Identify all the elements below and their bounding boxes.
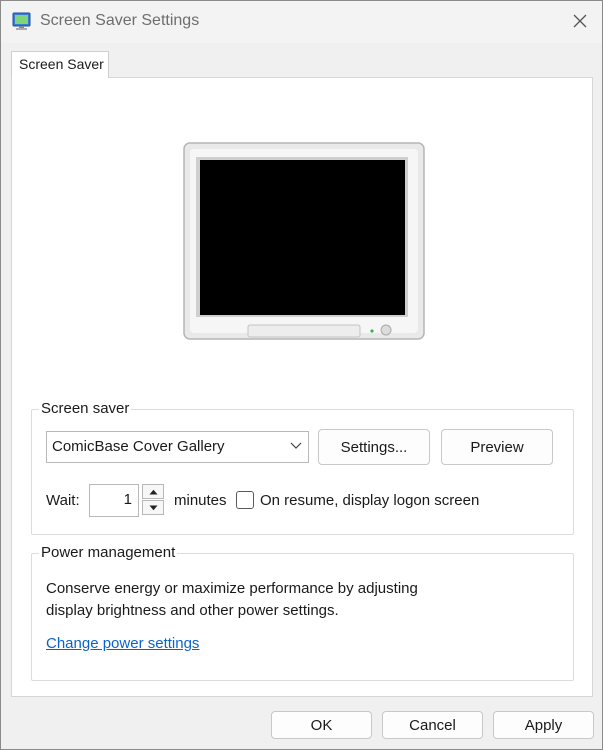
window-title: Screen Saver Settings <box>40 12 200 29</box>
settings-button[interactable]: Settings... <box>318 429 430 465</box>
logon-screen-checkbox[interactable] <box>236 491 254 509</box>
arrow-up-icon <box>149 489 157 494</box>
power-description-line2: display brightness and other power setti… <box>46 602 339 619</box>
tab-screen-saver[interactable]: Screen Saver <box>11 51 109 78</box>
cancel-button[interactable]: Cancel <box>382 711 483 739</box>
screen-saver-app-icon <box>12 11 32 31</box>
wait-label: Wait: <box>46 492 80 509</box>
screen-saver-settings-window: Screen Saver Settings Screen Saver Scree… <box>0 0 603 750</box>
preview-button[interactable]: Preview <box>441 429 553 465</box>
change-power-settings-link[interactable]: Change power settings <box>46 635 199 652</box>
power-description-line1: Conserve energy or maximize performance … <box>46 580 418 597</box>
arrow-down-icon <box>149 505 157 510</box>
chevron-down-icon <box>290 442 302 449</box>
monitor-preview-icon <box>183 142 425 340</box>
ok-button[interactable]: OK <box>271 711 372 739</box>
screen-saver-group-title: Screen saver <box>39 400 132 417</box>
spin-down-button[interactable] <box>142 500 164 515</box>
spin-up-button[interactable] <box>142 484 164 499</box>
wait-spinner <box>142 484 164 516</box>
minutes-label: minutes <box>174 492 227 509</box>
title-bar: Screen Saver Settings <box>1 1 602 43</box>
power-management-group-title: Power management <box>39 544 178 561</box>
tab-panel-screen-saver: Screen saver ComicBase Cover Gallery Set… <box>11 77 593 697</box>
apply-button[interactable]: Apply <box>493 711 594 739</box>
screen-saver-select-value: ComicBase Cover Gallery <box>52 438 225 455</box>
wait-minutes-input[interactable]: 1 <box>89 484 139 517</box>
screen-saver-select[interactable]: ComicBase Cover Gallery <box>46 431 309 463</box>
close-icon <box>573 14 587 28</box>
close-button[interactable] <box>559 1 601 41</box>
logon-screen-checkbox-label[interactable]: On resume, display logon screen <box>260 492 479 509</box>
